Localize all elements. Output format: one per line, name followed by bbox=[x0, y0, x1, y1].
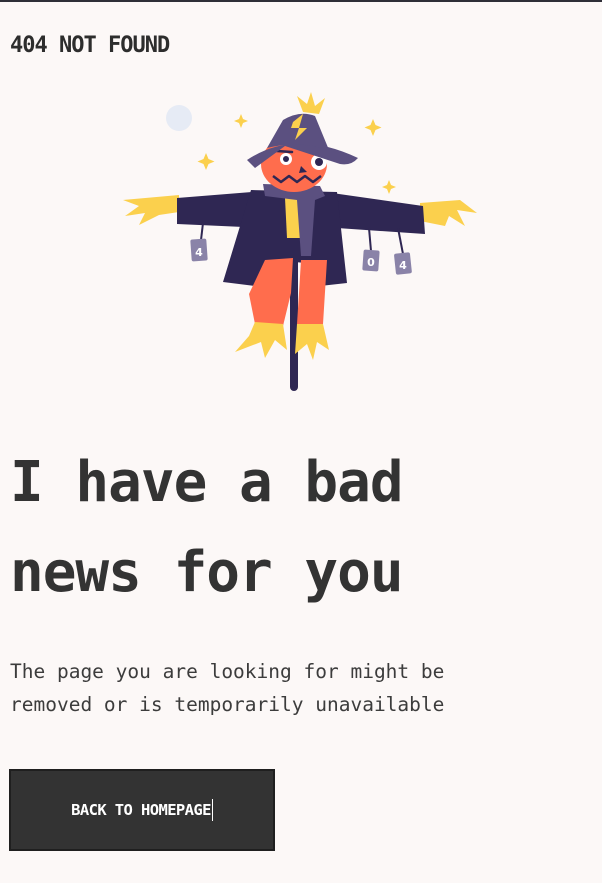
brand-title: 404 NOT FOUND bbox=[10, 33, 170, 58]
can-middle-label: 0 bbox=[367, 256, 375, 269]
headline-line-2: news for you bbox=[10, 540, 404, 605]
description-line-2: removed or is temporarily unavailable bbox=[10, 693, 445, 716]
text-caret bbox=[211, 799, 213, 821]
back-to-homepage-button[interactable]: BACK TO HOMEPAGE bbox=[9, 769, 275, 851]
moon-icon bbox=[166, 105, 192, 131]
page-description: The page you are looking for might be rem… bbox=[10, 655, 570, 721]
top-border bbox=[0, 0, 602, 2]
back-to-homepage-label: BACK TO HOMEPAGE bbox=[71, 801, 211, 819]
description-line-1: The page you are looking for might be bbox=[10, 660, 445, 683]
straw-feet bbox=[235, 322, 329, 360]
headline-line-1: I have a bad bbox=[10, 450, 404, 515]
can-left-label: 4 bbox=[195, 246, 203, 259]
scarecrow-illustration: 4 0 4 bbox=[123, 92, 477, 391]
page-headline: I have a bad news for you bbox=[10, 438, 570, 618]
can-right-label: 4 bbox=[399, 259, 407, 272]
